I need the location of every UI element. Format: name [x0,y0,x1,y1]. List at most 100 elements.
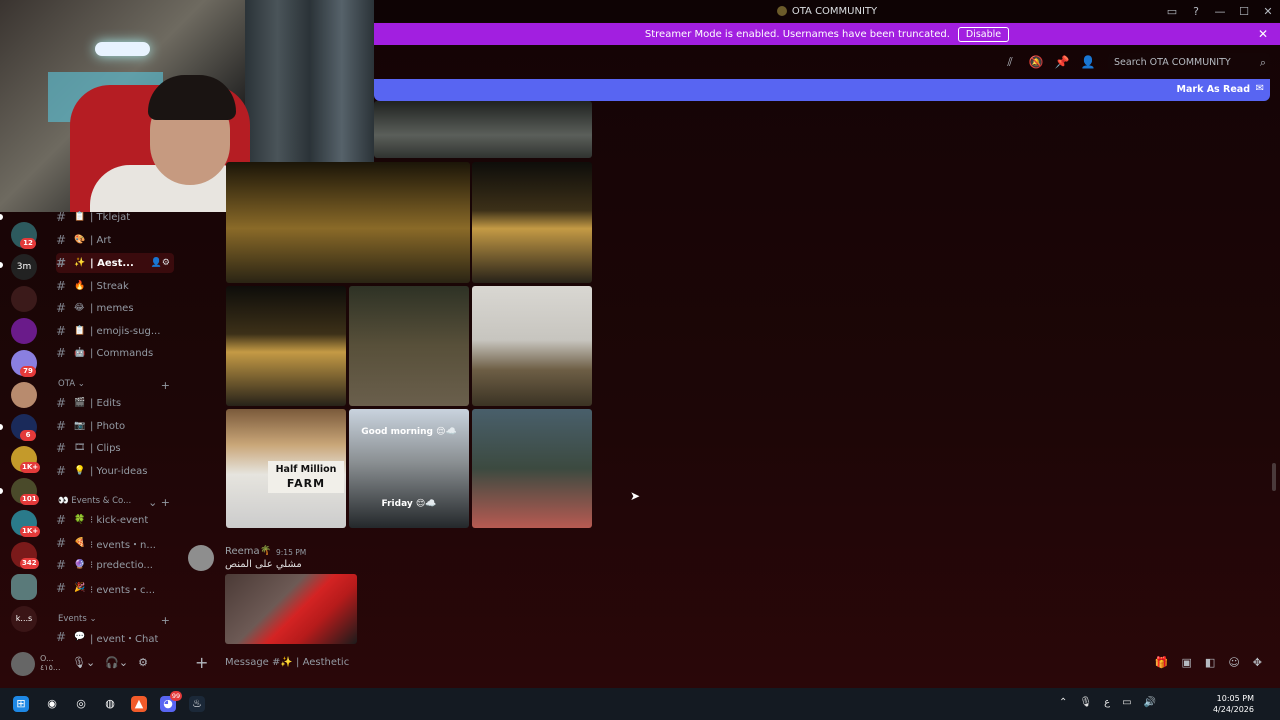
server-icon[interactable] [11,318,37,344]
server-rail: 12 3m 79 6 1K+ 101 1K+ 342 k...s [0,212,48,652]
image-caption: Good morning 😌☁️ [361,427,457,437]
category-ota[interactable]: OTA ⌄ + [58,379,170,392]
invite-gear-icon[interactable]: 👤⚙ [151,258,170,268]
channel-tklejat[interactable]: # 📋 | Tklejat [56,207,174,227]
mark-as-read-label[interactable]: Mark As Read [1177,84,1250,95]
language-indicator[interactable]: ع [1104,697,1110,708]
channel-art[interactable]: # 🎨 | Art [56,230,174,250]
mute-icon[interactable]: 🔕 [1028,55,1044,71]
hash-icon: # [56,441,67,455]
channel-emoji: 🔥 [74,281,86,291]
channel-streak[interactable]: # 🔥 | Streak [56,276,174,296]
microphone-icon[interactable]: 🎙⌄ [72,656,95,669]
server-icon[interactable] [11,382,37,408]
channel-name: | emojis-sug... [90,325,161,337]
channel-memes[interactable]: # 😂 | memes [56,298,174,318]
scrollbar[interactable] [1272,463,1276,491]
tray-chevron-icon[interactable]: ⌃ [1059,697,1067,708]
neon-light [95,42,150,56]
channel-emoji: 🍀 [74,515,86,525]
close-button[interactable]: ✕ [1256,5,1280,18]
attachment-image[interactable]: Good morning 😌☁️ Friday 😌☁️ [349,409,469,528]
volume-icon[interactable]: 🔊 [1144,697,1156,708]
avatar[interactable] [188,545,214,571]
server-icon[interactable] [11,286,37,312]
banner-close-icon[interactable]: ✕ [1258,27,1268,41]
add-channel-icon[interactable]: + [161,379,170,392]
start-icon[interactable]: ⊞ [13,696,29,712]
user-info: O... ٤١٥... [40,654,61,672]
add-channel-icon[interactable]: ⌄ + [148,496,170,509]
attachment-image[interactable] [374,101,592,158]
microphone-icon[interactable]: 🎙 [1079,697,1092,708]
minimize-button[interactable]: — [1208,5,1232,18]
app-icon[interactable]: ◎ [73,696,89,712]
hash-icon: # [56,301,67,315]
pin-icon[interactable]: 📌 [1054,55,1070,71]
attachment-image[interactable] [472,409,592,528]
sticker-icon[interactable]: ◧ [1205,656,1215,669]
server-icon[interactable]: 3m [11,254,37,280]
attachment-image[interactable] [472,162,592,283]
channel-clips[interactable]: # 🎞 | Clips [56,438,174,458]
channel-predictions[interactable]: # 🔮 ⁝ predectio... [56,555,174,575]
server-folder[interactable]: k...s [11,606,37,632]
network-icon[interactable]: ▭ [1122,697,1131,708]
attachment-image[interactable] [225,574,357,644]
message-composer[interactable]: + Message #✨ | Aesthetic 🎁 ▣ ◧ ☺ ✥ [185,648,1270,680]
channel-aesthetic[interactable]: # ✨ | Aest... 👤⚙ [56,253,174,273]
channel-kick-event[interactable]: # 🍀 ⁝ kick-event [56,510,174,530]
attachment-image[interactable]: Half Million FARM [226,409,346,528]
channel-emojis-suggestions[interactable]: # 📋 | emojis-sug... [56,321,174,341]
apps-icon[interactable]: ✥ [1253,656,1262,669]
app-icon[interactable]: ◍ [102,696,118,712]
clock[interactable]: 10:05 PM 4/24/2026 [1213,693,1254,715]
channel-emoji: 🎬 [74,398,86,408]
attachment-image[interactable] [226,162,470,283]
new-messages-bar[interactable]: Mark As Read ✉ [374,79,1270,101]
maximize-button[interactable]: ☐ [1232,5,1256,18]
category-label: Events [58,614,87,624]
channel-edits[interactable]: # 🎬 | Edits [56,393,174,413]
server-icon[interactable] [11,574,37,600]
channel-events-c[interactable]: # 🎉 ⁝ events・c... [56,578,174,598]
obs-icon[interactable]: ◉ [44,696,60,712]
disable-button[interactable]: Disable [957,26,1010,42]
category-label: Events & Co... [71,496,132,506]
channel-name: ⁝ events・n... [90,539,156,551]
attachment-image[interactable] [349,286,469,406]
channel-event-chat[interactable]: # 💬 | event・Chat [56,627,174,647]
members-icon[interactable]: 👤 [1080,55,1096,71]
steam-icon[interactable]: ♨ [189,696,205,712]
threads-icon[interactable]: ⫽ [1002,55,1018,71]
settings-gear-icon[interactable]: ⚙ [138,656,148,669]
message-input[interactable]: Message #✨ | Aesthetic [225,657,349,668]
hash-icon: # [56,630,67,644]
avatar[interactable] [11,652,35,676]
headphones-icon[interactable]: 🎧⌄ [105,656,128,669]
gif-icon[interactable]: ▣ [1182,656,1192,669]
category-events-co[interactable]: 👀 Events & Co... ⌄ + [58,496,170,509]
help-icon[interactable]: ? [1184,5,1208,18]
streamer-hair [148,75,236,120]
window-controls: ▭ ? — ☐ ✕ [1160,0,1280,22]
gift-icon[interactable]: 🎁 [1155,656,1169,669]
message-author[interactable]: Reema [225,546,260,557]
channel-commands[interactable]: # 🤖 | Commands [56,343,174,363]
channel-photo[interactable]: # 📷 | Photo [56,416,174,436]
add-channel-icon[interactable]: + [161,614,170,627]
search-input[interactable]: Search OTA COMMUNITY ⌕ [1108,53,1270,73]
inbox-icon[interactable]: ▭ [1160,5,1184,18]
emoji-icon[interactable]: ☺ [1228,656,1239,669]
attachment-image[interactable] [472,286,592,406]
streamer-mode-banner: Streamer Mode is enabled. Usernames have… [374,23,1280,45]
brave-icon[interactable]: ▲ [131,696,147,712]
clock-date: 4/24/2026 [1212,705,1254,714]
channel-name: | Streak [90,280,129,292]
attachment-image[interactable] [226,286,346,406]
category-events[interactable]: Events ⌄ + [58,614,170,627]
add-attachment-icon[interactable]: + [195,653,208,672]
channel-events-n[interactable]: # 🍕 ⁝ events・n... [56,533,174,553]
channel-your-ideas[interactable]: # 💡 | Your-ideas [56,461,174,481]
hash-icon: # [56,513,67,527]
